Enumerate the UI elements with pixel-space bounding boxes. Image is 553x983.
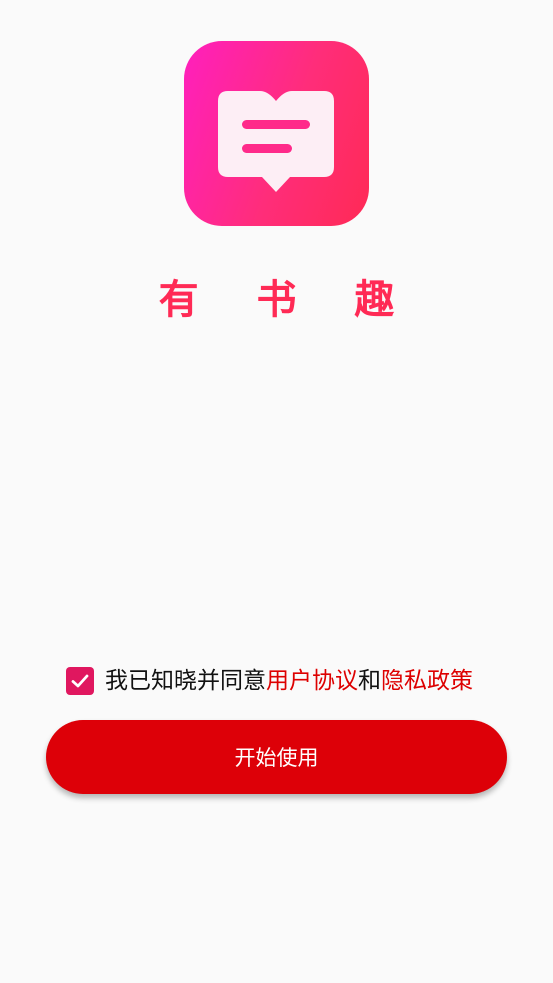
app-logo-icon (184, 41, 369, 226)
agreement-prefix: 我已知晓并同意 (105, 668, 266, 694)
start-using-button[interactable]: 开始使用 (46, 720, 507, 794)
agreement-text: 我已知晓并同意用户协议和隐私政策 (105, 663, 473, 699)
agreement-checkbox[interactable] (66, 667, 94, 695)
book-speech-bubble-icon (218, 91, 334, 192)
user-agreement-link[interactable]: 用户协议 (266, 668, 358, 694)
app-name: 有 书 趣 (158, 277, 417, 323)
agreement-conjunction: 和 (358, 668, 381, 694)
agreement-row: 我已知晓并同意用户协议和隐私政策 (66, 663, 473, 699)
privacy-policy-link[interactable]: 隐私政策 (381, 668, 473, 694)
splash-screen: 有 书 趣 我已知晓并同意用户协议和隐私政策 开始使用 (0, 0, 553, 983)
checkmark-icon (71, 674, 89, 688)
